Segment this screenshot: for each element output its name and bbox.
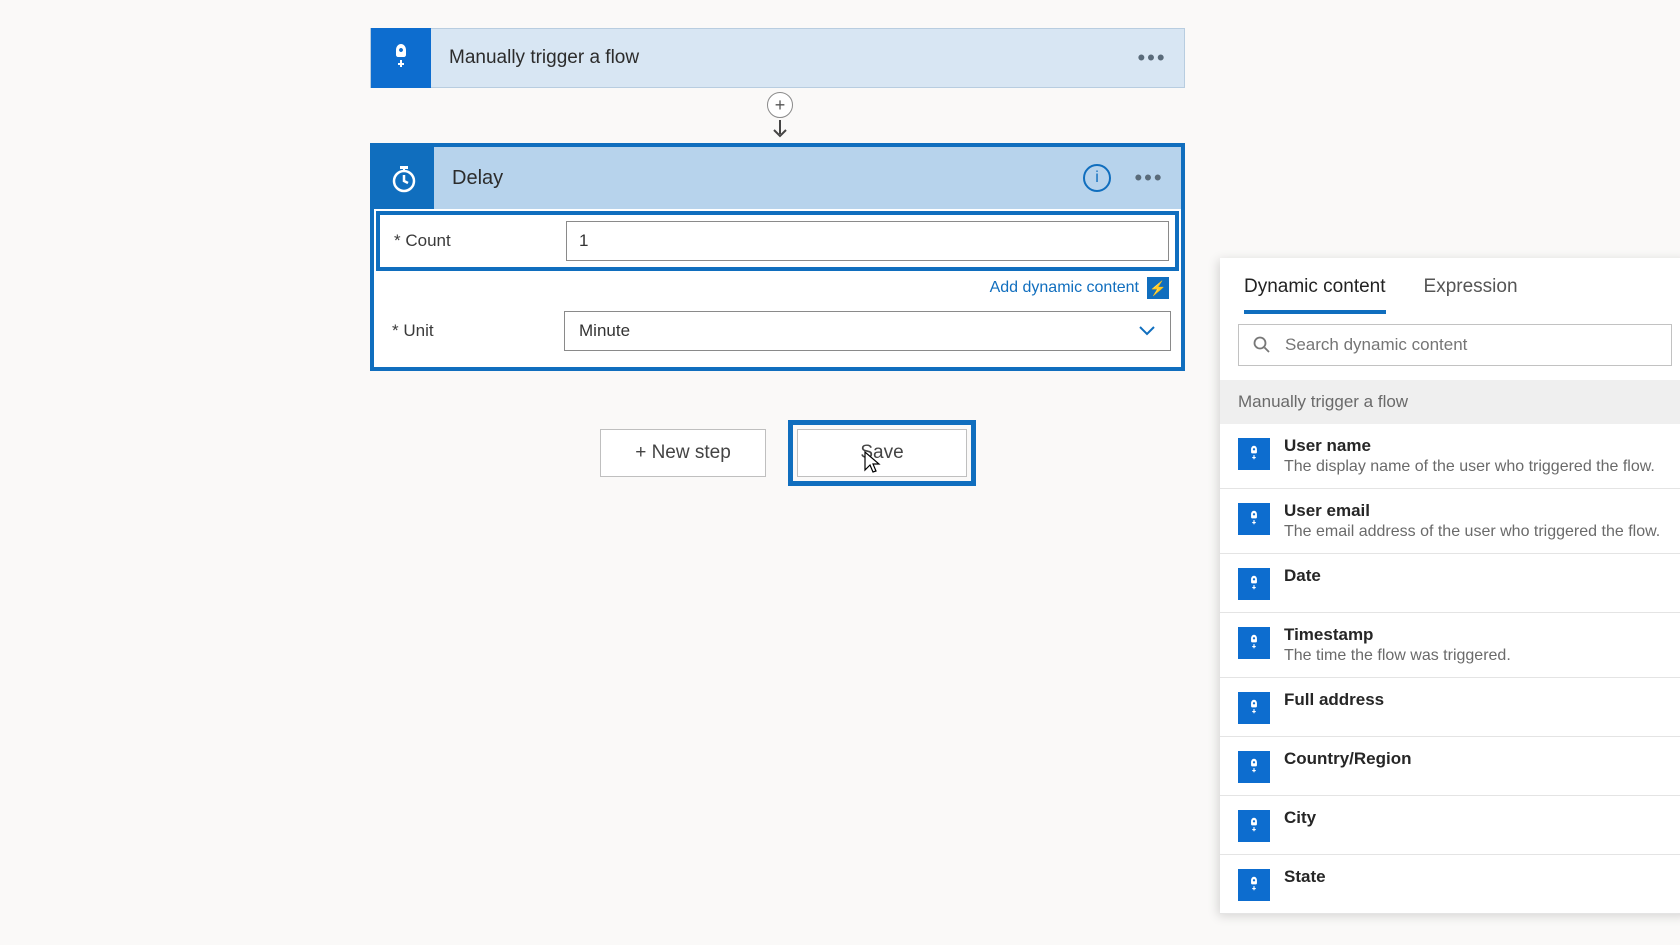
tab-expression[interactable]: Expression [1424,276,1518,314]
delay-title: Delay [452,167,1083,190]
dynamic-item[interactable]: City [1220,796,1680,855]
trigger-icon [1238,627,1270,659]
trigger-icon [1238,568,1270,600]
dynamic-item[interactable]: Country/Region [1220,737,1680,796]
dynamic-item-title: Date [1284,566,1321,586]
trigger-icon [1238,503,1270,535]
flow-connector: + [770,92,790,144]
dynamic-item[interactable]: Timestamp The time the flow was triggered… [1220,613,1680,678]
add-step-inline[interactable]: + [767,92,793,118]
add-dynamic-content-icon: ⚡ [1147,277,1169,299]
tab-dynamic-content[interactable]: Dynamic content [1244,276,1386,314]
dynamic-item-desc: The time the flow was triggered. [1284,647,1511,665]
unit-value: Minute [579,321,630,341]
add-dynamic-content-row[interactable]: Add dynamic content ⚡ [374,273,1181,301]
dynamic-item-title: User name [1284,436,1655,456]
delay-more-menu[interactable]: ••• [1129,158,1169,198]
trigger-icon [1238,438,1270,470]
dynamic-item-title: City [1284,808,1316,828]
dynamic-item-title: User email [1284,501,1660,521]
count-input[interactable] [566,221,1169,261]
count-row-highlight: * Count [376,211,1179,271]
trigger-icon [1238,810,1270,842]
count-label: * Count [386,231,566,251]
trigger-icon [1238,751,1270,783]
delay-header[interactable]: Delay i ••• [374,147,1181,209]
dynamic-content-panel: Dynamic content Expression Manually trig… [1220,258,1680,914]
dynamic-section-title: Manually trigger a flow [1220,380,1680,424]
dynamic-item-title: Full address [1284,690,1384,710]
dynamic-search-input[interactable] [1285,335,1657,355]
trigger-icon [371,28,431,88]
dynamic-items-list: User name The display name of the user wh… [1220,424,1680,914]
dynamic-item[interactable]: Full address [1220,678,1680,737]
dynamic-item-title: State [1284,867,1326,887]
delay-card: Delay i ••• * Count Add dynamic content … [370,143,1185,371]
unit-label: * Unit [384,321,564,341]
trigger-icon [1238,692,1270,724]
new-step-button[interactable]: + New step [600,429,766,477]
dynamic-item-title: Timestamp [1284,625,1511,645]
dynamic-item-desc: The display name of the user who trigger… [1284,458,1655,476]
unit-select[interactable]: Minute [564,311,1171,351]
trigger-icon [1238,869,1270,901]
dynamic-item[interactable]: State [1220,855,1680,914]
save-highlight: Save [788,420,976,486]
dynamic-item[interactable]: User name The display name of the user wh… [1220,424,1680,489]
dynamic-search[interactable] [1238,324,1672,366]
footer-buttons: + New step Save [600,420,976,486]
trigger-more-menu[interactable]: ••• [1132,38,1172,78]
search-icon [1253,336,1271,354]
trigger-card[interactable]: Manually trigger a flow ••• [370,28,1185,88]
add-dynamic-content-label: Add dynamic content [990,279,1139,297]
dynamic-item[interactable]: User email The email address of the user … [1220,489,1680,554]
dynamic-item[interactable]: Date [1220,554,1680,613]
dynamic-item-title: Country/Region [1284,749,1412,769]
trigger-title: Manually trigger a flow [449,47,1132,69]
unit-row: * Unit Minute [374,301,1181,367]
chevron-down-icon [1138,325,1156,337]
info-icon[interactable]: i [1083,164,1111,192]
save-button[interactable]: Save [797,429,967,477]
delay-icon [374,147,434,209]
dynamic-item-desc: The email address of the user who trigge… [1284,523,1660,541]
arrow-down-icon [771,120,789,140]
